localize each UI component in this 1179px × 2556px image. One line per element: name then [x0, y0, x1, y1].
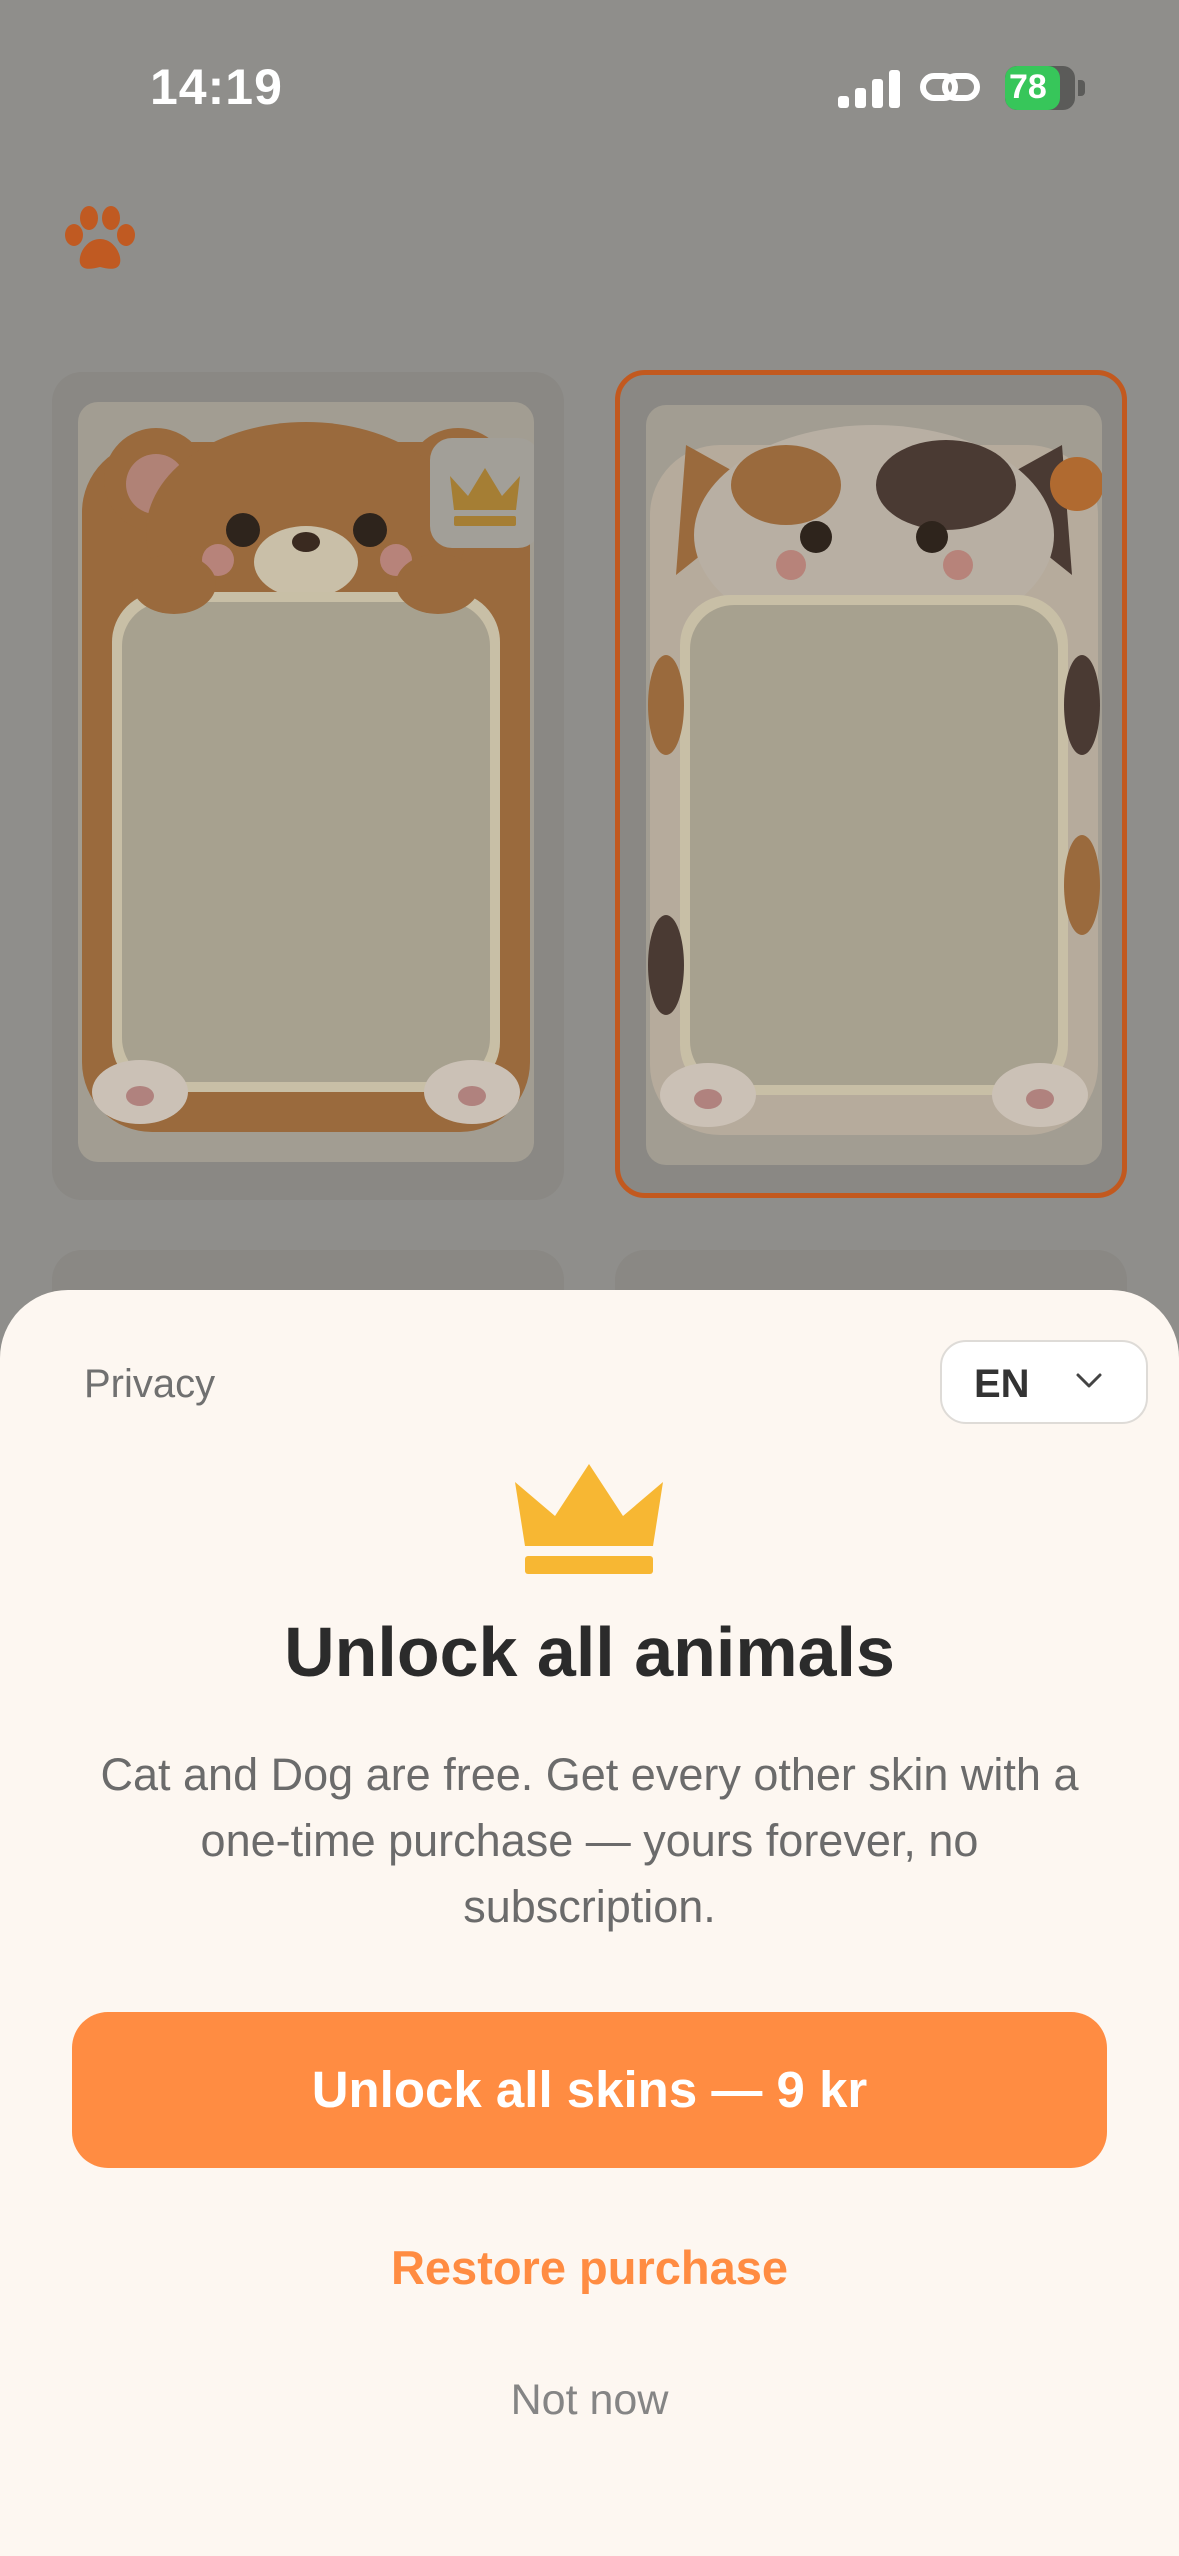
language-code: EN: [974, 1362, 1030, 1406]
cat-frame-preview: [646, 405, 1102, 1165]
status-bar: 14:19 78: [0, 0, 1179, 170]
skin-card-bear[interactable]: [52, 372, 564, 1200]
chevron-down-icon: [1076, 1373, 1102, 1388]
paw-logo-icon: [65, 206, 135, 269]
battery-icon: 78: [1005, 66, 1087, 110]
personal-hotspot-icon: [920, 73, 980, 101]
paywall-title: Unlock all animals: [284, 1613, 895, 1691]
crown-icon: [515, 1464, 663, 1574]
paywall-sheet: Privacy EN Unlock all animals Cat and Do…: [0, 1290, 1179, 2556]
status-time: 14:19: [150, 59, 283, 115]
selected-indicator-icon: [1050, 457, 1102, 511]
locked-badge: [430, 438, 534, 548]
language-selector[interactable]: EN: [940, 1340, 1148, 1424]
not-now-button[interactable]: Not now: [0, 2376, 1179, 2425]
bear-frame-preview: [78, 402, 534, 1162]
unlock-all-button[interactable]: Unlock all skins — 9 kr: [72, 2012, 1107, 2168]
restore-purchase-button[interactable]: Restore purchase: [0, 2240, 1179, 2295]
privacy-link[interactable]: Privacy: [84, 1362, 215, 1407]
battery-percent: 78: [1009, 68, 1047, 106]
cellular-signal-icon: [838, 70, 900, 108]
paywall-description: Cat and Dog are free. Get every other sk…: [100, 1749, 1079, 1932]
unlock-all-label: Unlock all skins — 9 kr: [311, 2061, 868, 2118]
skin-card-cat-selected[interactable]: [615, 370, 1127, 1198]
crown-icon: [450, 468, 520, 526]
